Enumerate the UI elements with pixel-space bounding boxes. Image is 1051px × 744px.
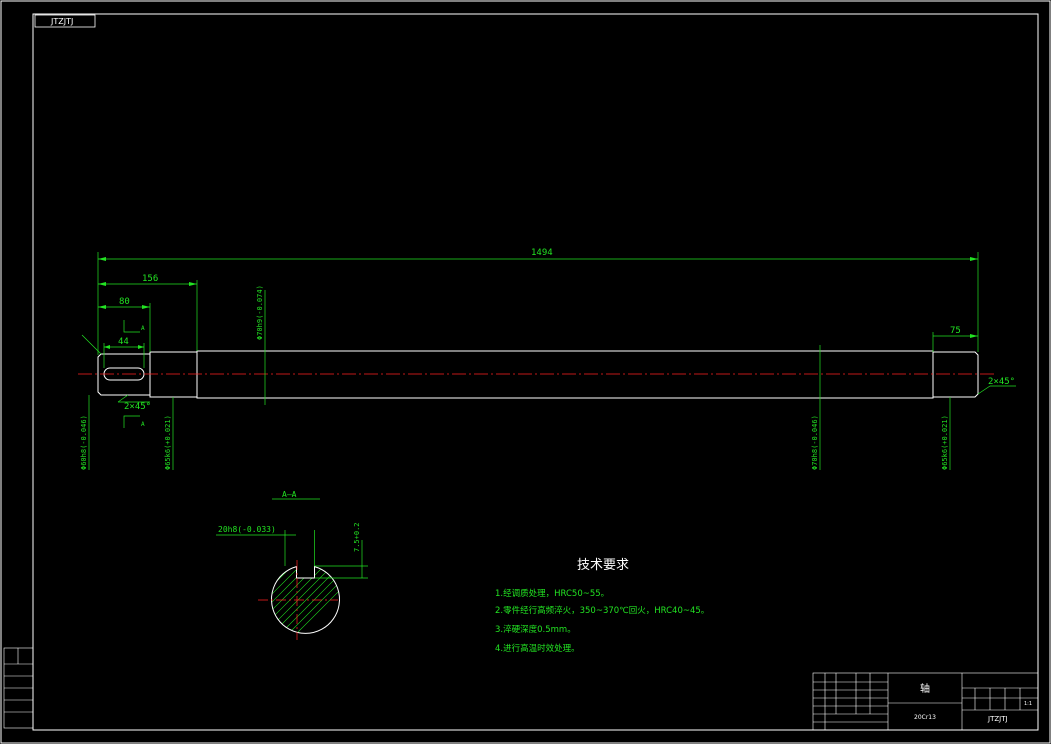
title-code: JTZJTJ: [987, 715, 1008, 723]
cad-drawing: JTZJTJ 1494 156 80 44 75 2×45° 2×45° A A…: [0, 0, 1051, 744]
title-material: 20Cr13: [914, 714, 936, 721]
dim-dia-main-top: Φ70h9(-0.074): [256, 285, 264, 340]
corner-code: JTZJTJ: [50, 17, 73, 26]
dim-dia-main-right: Φ70h8(-0.046): [811, 415, 819, 470]
dim-overall-length: 1494: [531, 248, 553, 258]
dimension-lines: [81, 252, 1016, 470]
section-dimension-lines: [216, 530, 368, 579]
section-mark-bottom: A: [141, 421, 145, 428]
section-label: A—A: [282, 490, 297, 499]
requirement-item: 3.淬硬深度0.5mm。: [495, 624, 576, 635]
section-key-width: 20h8(-0.033): [218, 525, 276, 534]
requirement-item: 1.经调质处理，HRC50~55。: [495, 588, 609, 599]
arrowheads: [98, 257, 978, 349]
inner-frame: [32, 13, 1039, 731]
title-scale: 1:1: [1024, 701, 1032, 707]
requirement-item: 4.进行高温时效处理。: [495, 643, 580, 654]
shaft-outline: [97, 350, 979, 399]
requirements-title: 技术要求: [577, 558, 629, 573]
dim-right-chamfer: 2×45°: [988, 377, 1015, 387]
left-margin-blocks: [3, 647, 34, 729]
section-mark-top: A: [141, 325, 145, 332]
dim-dia-left-end: Φ60h8(-0.046): [80, 415, 88, 470]
dim-dia-right-bearing: Φ65k6(+0.021): [941, 415, 949, 470]
dim-dia-left-bearing: Φ65k6(+0.021): [164, 415, 172, 470]
requirement-item: 2.零件经行高频淬火，350~370℃回火，HRC40~45。: [495, 605, 709, 616]
title-part-name: 轴: [920, 682, 930, 695]
dim-right-section: 75: [950, 326, 961, 336]
dim-keyway-width: 44: [118, 337, 129, 347]
dim-keyway-position: 80: [119, 297, 130, 307]
dim-left-chamfer: 2×45°: [124, 402, 151, 412]
dim-left-section: 156: [142, 274, 158, 284]
section-depth: 7.5+0.2: [353, 522, 361, 552]
